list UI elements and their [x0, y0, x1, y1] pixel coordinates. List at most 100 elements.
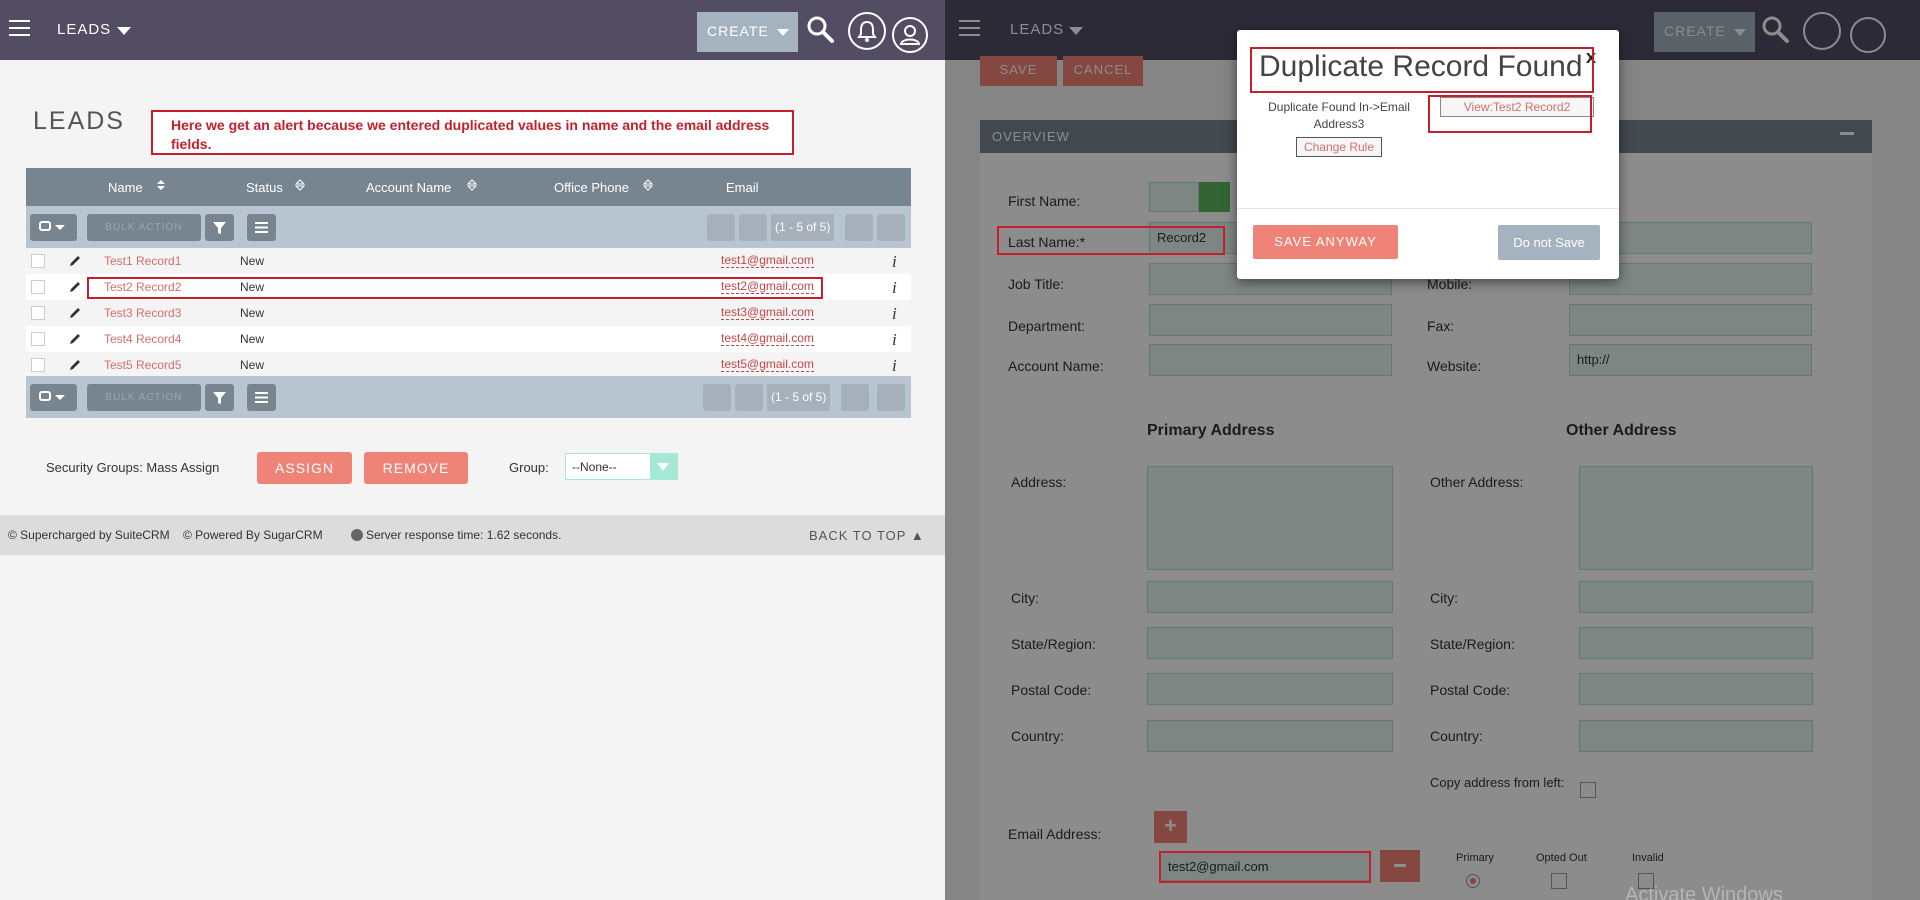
- sugarcrm-credit-link[interactable]: © Powered By SugarCRM: [183, 528, 323, 542]
- pencil-icon[interactable]: [68, 332, 82, 346]
- first-page-button[interactable]: [703, 384, 731, 411]
- column-email: Email: [726, 180, 759, 195]
- change-rule-button[interactable]: Change Rule: [1296, 137, 1382, 157]
- pencil-icon[interactable]: [68, 280, 82, 294]
- search-icon[interactable]: [805, 14, 835, 44]
- windows-activation-watermark: Activate Windows: [1625, 884, 1783, 900]
- create-button[interactable]: CREATE: [697, 12, 798, 52]
- filter-icon: [213, 392, 226, 404]
- first-page-button[interactable]: [707, 214, 735, 241]
- column-name[interactable]: Name: [108, 180, 143, 195]
- info-icon[interactable]: i: [892, 356, 897, 376]
- table-row[interactable]: Test4 Record4 New test4@gmail.com i: [26, 326, 911, 352]
- list-icon: [255, 392, 268, 403]
- notifications-bell-icon[interactable]: [848, 12, 886, 50]
- highlight-dialog-title: [1250, 47, 1594, 93]
- filter-button[interactable]: [205, 214, 234, 241]
- pencil-icon[interactable]: [68, 254, 82, 268]
- column-chooser-button[interactable]: [247, 214, 276, 241]
- chevron-down-icon: [777, 29, 789, 36]
- info-icon[interactable]: i: [892, 304, 897, 324]
- column-account-name[interactable]: Account Name: [366, 180, 451, 195]
- annotation-callout: Here we get an alert because we entered …: [151, 110, 794, 155]
- lead-name-link[interactable]: Test4 Record4: [104, 332, 181, 346]
- table-row[interactable]: Test5 Record5 New test5@gmail.com i: [26, 352, 911, 378]
- pagination-count: (1 - 5 of 5): [767, 384, 831, 411]
- save-anyway-button[interactable]: SAVE ANYWAY: [1253, 225, 1398, 259]
- lead-name-link[interactable]: Test1 Record1: [104, 254, 181, 268]
- do-not-save-button[interactable]: Do not Save: [1498, 225, 1600, 260]
- info-icon[interactable]: i: [892, 278, 897, 298]
- back-to-top-label: BACK TO TOP: [809, 528, 907, 543]
- group-label: Group:: [509, 460, 549, 475]
- list-column-header: Name Status Account Name Office Phone Em…: [26, 168, 911, 206]
- group-select[interactable]: --None--: [565, 453, 678, 480]
- column-status[interactable]: Status: [246, 180, 283, 195]
- pencil-icon[interactable]: [68, 306, 82, 320]
- list-toolbar-bottom: BULK ACTION (1 - 5 of 5): [26, 376, 911, 418]
- back-to-top-link[interactable]: BACK TO TOP ▲: [809, 528, 925, 543]
- leads-list-view: LEADS CREATE LEADS Here we get an alert …: [0, 0, 945, 900]
- row-checkbox[interactable]: [31, 358, 45, 372]
- lead-email-link[interactable]: test5@gmail.com: [721, 357, 814, 372]
- filter-button[interactable]: [205, 384, 234, 411]
- select-all-dropdown[interactable]: [30, 214, 77, 241]
- remove-button[interactable]: REMOVE: [364, 452, 468, 484]
- table-row[interactable]: Test3 Record3 New test3@gmail.com i: [26, 300, 911, 326]
- top-navigation-bar: LEADS CREATE: [0, 0, 945, 60]
- info-icon[interactable]: i: [892, 252, 897, 272]
- bulk-action-button[interactable]: BULK ACTION: [87, 384, 201, 411]
- lead-email-link[interactable]: test3@gmail.com: [721, 305, 814, 320]
- suitecrm-credit-link[interactable]: © Supercharged by SuiteCRM: [8, 528, 170, 542]
- chevron-down-icon: [55, 225, 65, 230]
- row-checkbox[interactable]: [31, 280, 45, 294]
- lead-name-link[interactable]: Test5 Record5: [104, 358, 181, 372]
- row-checkbox[interactable]: [31, 254, 45, 268]
- table-row[interactable]: Test1 Record1 New test1@gmail.com i: [26, 248, 911, 274]
- pagination-count: (1 - 5 of 5): [771, 214, 835, 241]
- bulk-action-button[interactable]: BULK ACTION: [87, 214, 201, 241]
- lead-status: New: [240, 332, 265, 346]
- row-checkbox[interactable]: [31, 306, 45, 320]
- highlight-duplicate-row: [87, 277, 823, 299]
- lead-email-link[interactable]: test1@gmail.com: [721, 253, 814, 268]
- previous-page-button[interactable]: [739, 214, 767, 241]
- leads-table: Test1 Record1 New test1@gmail.com i Test…: [26, 248, 911, 378]
- duplicate-message: Duplicate Found In->Email Address3: [1268, 100, 1410, 131]
- module-title[interactable]: LEADS: [57, 21, 111, 38]
- create-label: CREATE: [707, 23, 769, 39]
- assign-button[interactable]: ASSIGN: [257, 452, 352, 484]
- sort-icon[interactable]: [642, 179, 654, 191]
- chevron-down-icon: [55, 395, 65, 400]
- hamburger-menu-icon[interactable]: [9, 20, 30, 36]
- module-dropdown-icon[interactable]: [117, 27, 131, 35]
- last-page-button[interactable]: [877, 384, 905, 411]
- next-page-button[interactable]: [845, 214, 873, 241]
- column-chooser-button[interactable]: [247, 384, 276, 411]
- lead-status: New: [240, 254, 265, 268]
- previous-page-button[interactable]: [735, 384, 763, 411]
- highlight-last-name: [997, 226, 1225, 255]
- select-all-dropdown[interactable]: [30, 384, 77, 411]
- row-checkbox[interactable]: [31, 332, 45, 346]
- annotation-text: Here we get an alert because we entered …: [171, 117, 770, 152]
- caret-up-icon: ▲: [910, 528, 925, 543]
- next-page-button[interactable]: [841, 384, 869, 411]
- column-office-phone[interactable]: Office Phone: [554, 180, 629, 195]
- highlight-view-record: [1428, 95, 1592, 133]
- highlight-email: [1159, 851, 1371, 883]
- sort-icon[interactable]: [294, 179, 306, 191]
- sort-icon[interactable]: [466, 179, 478, 191]
- lead-name-link[interactable]: Test3 Record3: [104, 306, 181, 320]
- page-title: LEADS: [33, 107, 125, 135]
- last-page-button[interactable]: [877, 214, 905, 241]
- info-icon[interactable]: i: [892, 330, 897, 350]
- lead-status: New: [240, 306, 265, 320]
- lead-email-link[interactable]: test4@gmail.com: [721, 331, 814, 346]
- footer: © Supercharged by SuiteCRM © Powered By …: [0, 515, 945, 555]
- pencil-icon[interactable]: [68, 358, 82, 372]
- chevron-down-icon: [650, 454, 677, 479]
- user-profile-icon[interactable]: [892, 17, 928, 53]
- list-icon: [255, 222, 268, 233]
- sort-icon[interactable]: [155, 179, 167, 191]
